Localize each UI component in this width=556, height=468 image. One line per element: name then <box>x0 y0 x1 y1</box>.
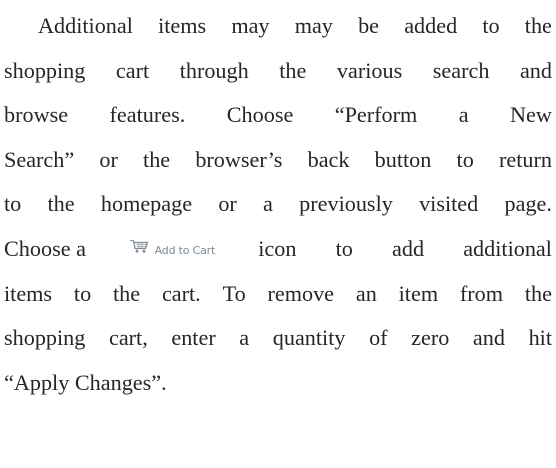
word: from <box>459 280 504 306</box>
word: the <box>524 280 552 306</box>
word: through <box>179 57 249 83</box>
word: cart, <box>108 325 148 351</box>
word: remove <box>267 280 335 306</box>
document-paragraph: Additional items may may be added to the… <box>4 4 552 405</box>
word: to <box>482 13 500 38</box>
word: page. <box>504 191 552 217</box>
word: New <box>510 102 552 128</box>
paragraph-line-8: shopping cart, enter a quantity of zero … <box>4 316 552 361</box>
word: items <box>158 13 207 38</box>
word: item <box>398 280 439 306</box>
word: browse <box>4 102 69 128</box>
word: enter <box>171 325 216 351</box>
word: back <box>307 146 350 172</box>
word: a <box>458 102 469 128</box>
paragraph-line-3: browse features. Choose “Perform a New <box>4 93 552 138</box>
word: homepage <box>100 191 193 217</box>
word: cart. <box>161 280 201 306</box>
shopping-cart-icon <box>130 239 149 253</box>
word: shopping <box>4 325 86 351</box>
word: and <box>472 325 505 351</box>
word: Choose <box>226 102 294 128</box>
word: may <box>231 13 270 38</box>
word: the <box>113 280 141 306</box>
word: the <box>47 191 75 217</box>
closing-text: “Apply Changes”. <box>4 369 167 395</box>
word: add <box>392 235 425 261</box>
word: shopping <box>4 57 86 83</box>
word: features. <box>109 102 186 128</box>
word: cart <box>115 57 150 83</box>
word: be <box>358 13 380 38</box>
word: various <box>336 57 403 83</box>
paragraph-line-9: “Apply Changes”. <box>4 361 552 406</box>
paragraph-line-7: items to the cart. To remove an item fro… <box>4 272 552 317</box>
add-to-cart-label: Add to Cart <box>154 243 216 257</box>
word: and <box>519 57 552 83</box>
word: the <box>524 13 552 38</box>
word: added <box>404 13 458 38</box>
word: a <box>239 325 250 351</box>
line-1-words: Additional items may may be added to the <box>38 4 552 49</box>
word: a <box>263 191 273 217</box>
word: hit <box>528 325 552 351</box>
word: of <box>369 325 388 351</box>
word: or <box>99 146 118 172</box>
paragraph-line-5: to the homepage or a previously visited … <box>4 182 552 227</box>
word: Additional <box>38 13 133 38</box>
word: visited <box>419 191 479 217</box>
word: to <box>4 191 22 217</box>
paragraph-line-6: Choose a Add to Cart icon to add additio… <box>4 227 552 272</box>
paragraph-line-2: shopping cart through the various search… <box>4 49 552 94</box>
word: return <box>498 146 552 172</box>
word: browser’s <box>195 146 283 172</box>
word: “Perform <box>334 102 418 128</box>
text-before-icon: Choose a <box>4 235 86 261</box>
word: or <box>218 191 237 217</box>
word: previously <box>299 191 393 217</box>
word: may <box>294 13 333 38</box>
word: button <box>374 146 432 172</box>
word: To <box>222 280 246 306</box>
word: to <box>73 280 92 306</box>
paragraph-line-4: Search” or the browser’s back button to … <box>4 138 552 183</box>
word: to <box>335 235 353 261</box>
add-to-cart-chip: Add to Cart <box>127 225 217 257</box>
word: search <box>432 57 490 83</box>
word: additional <box>463 235 552 261</box>
word: quantity <box>272 325 346 351</box>
word: an <box>355 280 377 306</box>
word: zero <box>411 325 450 351</box>
word: the <box>279 57 307 83</box>
word: to <box>456 146 474 172</box>
word: Search” <box>4 146 75 172</box>
word: items <box>4 280 53 306</box>
word: icon <box>258 235 297 261</box>
word: the <box>143 146 171 172</box>
paragraph-line-1: Additional items may may be added to the <box>4 4 552 49</box>
